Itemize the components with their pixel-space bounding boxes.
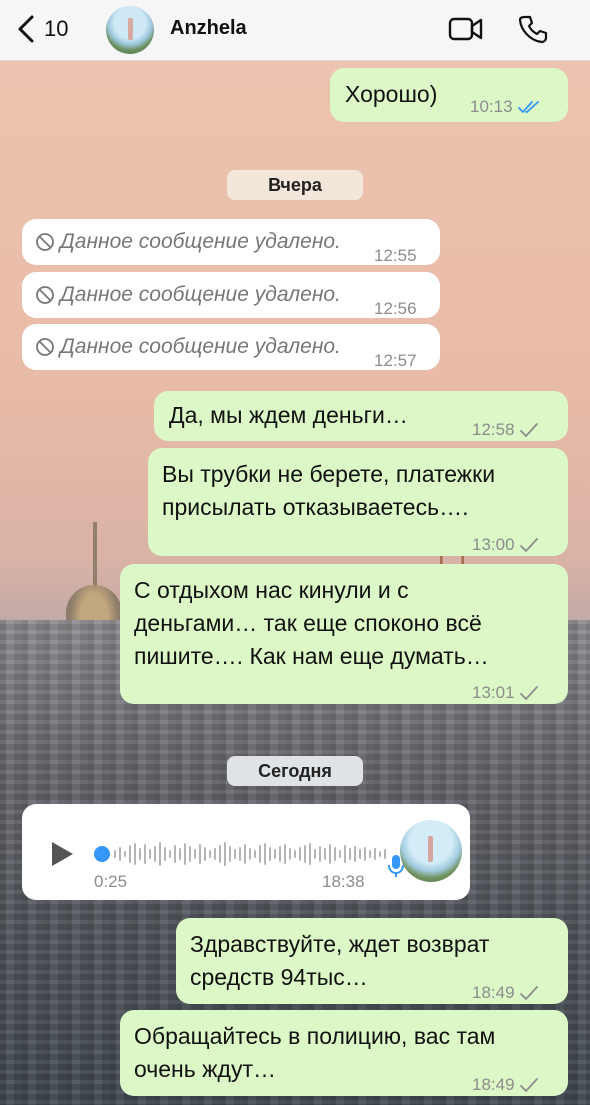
message-time: 13:00 <box>472 535 515 554</box>
message-bubble-outgoing[interactable]: Обращайтесь в полицию, вас там очень жду… <box>120 1010 568 1096</box>
play-icon <box>52 842 73 866</box>
message-text: Данное сообщение удалено. <box>60 335 341 358</box>
phone-call-icon[interactable] <box>518 14 548 49</box>
unread-count: 10 <box>44 16 69 41</box>
message-text: Хорошо) <box>345 81 438 107</box>
message-time: 12:58 <box>472 420 515 439</box>
message-bubble-outgoing[interactable]: Вы трубки не берете, платежки присылать … <box>148 448 568 556</box>
message-bubble-outgoing[interactable]: Хорошо) 10:13 <box>330 68 568 122</box>
video-call-icon[interactable] <box>448 16 484 47</box>
deleted-icon <box>36 285 54 304</box>
message-time: 18:49 <box>472 983 515 1002</box>
chat-header: 10 Anzhela <box>0 0 590 61</box>
message-time: 18:49 <box>472 1075 515 1094</box>
deleted-icon <box>36 337 54 356</box>
message-text: Да, мы ждем деньги… <box>169 402 408 428</box>
date-separator-yesterday: Вчера <box>227 170 363 200</box>
message-text: Здравствуйте, ждет возврат средств 94тыс… <box>190 931 490 990</box>
message-text: Данное сообщение удалено. <box>60 283 341 306</box>
message-time: 10:13 <box>470 97 513 116</box>
message-bubble-deleted[interactable]: Данное сообщение удалено. 12:56 <box>22 272 440 318</box>
message-text: Данное сообщение удалено. <box>60 230 341 253</box>
check-sent-icon <box>519 1077 538 1092</box>
message-bubble-deleted[interactable]: Данное сообщение удалено. 12:57 <box>22 324 440 370</box>
message-time: 18:38 <box>322 872 365 891</box>
check-sent-icon <box>519 537 538 552</box>
date-separator-today: Сегодня <box>227 756 363 786</box>
play-button[interactable] <box>50 841 74 872</box>
message-time: 13:01 <box>472 683 515 702</box>
check-sent-icon <box>519 685 538 700</box>
double-check-read-icon <box>517 100 539 113</box>
check-sent-icon <box>519 422 538 437</box>
message-text: Вы трубки не берете, платежки присылать … <box>162 461 496 520</box>
contact-avatar[interactable] <box>106 6 154 54</box>
deleted-icon <box>36 232 54 251</box>
voice-waveform[interactable] <box>114 839 396 869</box>
message-time: 12:57 <box>374 351 417 370</box>
chevron-left-icon <box>18 15 34 43</box>
message-text: Обращайтесь в полицию, вас там очень жду… <box>134 1023 496 1082</box>
message-bubble-deleted[interactable]: Данное сообщение удалено. 12:55 <box>22 219 440 265</box>
message-bubble-outgoing[interactable]: С отдыхом нас кинули и с деньгами… так е… <box>120 564 568 704</box>
message-bubble-outgoing[interactable]: Да, мы ждем деньги… 12:58 <box>154 391 568 441</box>
sender-avatar <box>400 820 462 882</box>
microphone-icon <box>388 854 404 883</box>
message-time: 12:56 <box>374 299 417 318</box>
back-button[interactable]: 10 <box>16 12 68 46</box>
voice-duration: 0:25 <box>94 872 128 891</box>
voice-message[interactable]: 0:25 18:38 <box>22 804 470 900</box>
message-time: 12:55 <box>374 246 417 265</box>
playback-scrubber[interactable] <box>94 846 110 862</box>
contact-name[interactable]: Anzhela <box>170 17 247 40</box>
check-sent-icon <box>519 985 538 1000</box>
message-text: С отдыхом нас кинули и с деньгами… так е… <box>134 577 489 669</box>
message-bubble-outgoing[interactable]: Здравствуйте, ждет возврат средств 94тыс… <box>176 918 568 1004</box>
